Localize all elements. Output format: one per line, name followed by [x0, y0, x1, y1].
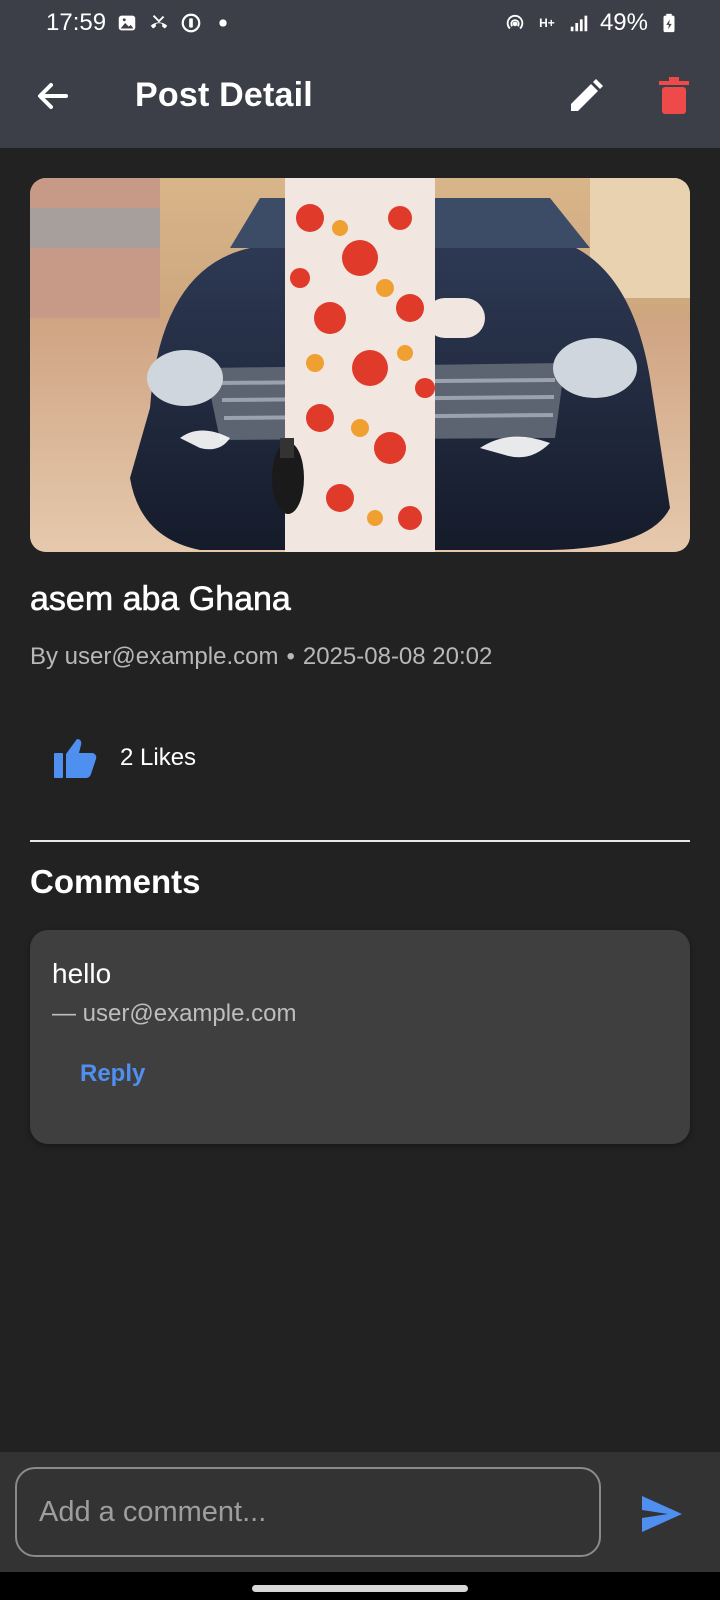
send-icon — [642, 1496, 682, 1532]
comment-author: — user@example.com — [52, 1000, 297, 1027]
gallery-icon — [116, 12, 138, 34]
comment-input[interactable] — [15, 1467, 601, 1557]
send-button[interactable] — [640, 1494, 684, 1534]
meta-separator: • — [286, 643, 295, 670]
pencil-icon — [571, 79, 603, 111]
edit-button[interactable] — [566, 76, 606, 116]
trash-icon — [659, 77, 689, 114]
comment-card: hello — user@example.com Reply — [30, 930, 690, 1144]
timer-icon — [180, 12, 202, 34]
app-bar: Post Detail — [0, 46, 720, 148]
back-button[interactable] — [32, 76, 72, 116]
status-time: 17:59 — [46, 9, 107, 36]
battery-icon — [658, 12, 680, 34]
likes-count: 2 Likes — [120, 744, 197, 771]
home-gesture-handle[interactable] — [252, 1585, 468, 1592]
post-image[interactable] — [30, 178, 690, 552]
post-meta: By user@example.com • 2025-08-08 20:02 — [30, 643, 492, 671]
missed-call-icon — [148, 12, 170, 34]
comment-composer — [0, 1452, 720, 1572]
comment-text: hello — [52, 958, 112, 989]
post-timestamp: 2025-08-08 20:02 — [302, 643, 493, 670]
arrow-back-icon — [38, 83, 68, 109]
like-row: 2 Likes — [52, 736, 196, 780]
reply-button[interactable]: Reply — [80, 1060, 145, 1088]
status-left: 17:59 — [46, 9, 234, 37]
network-type-icon: H+ — [539, 16, 555, 30]
post-author: By user@example.com — [30, 643, 279, 670]
dot-icon — [212, 12, 234, 34]
section-divider — [30, 840, 690, 842]
post-title: asem aba Ghana — [30, 580, 291, 619]
hotspot-icon — [504, 12, 526, 34]
battery-percent: 49% — [599, 9, 648, 36]
thumb-up-icon[interactable] — [52, 736, 98, 780]
comments-heading: Comments — [30, 863, 201, 900]
signal-icon — [568, 12, 590, 34]
page-title: Post Detail — [135, 76, 313, 114]
system-nav-bar — [0, 1572, 720, 1600]
delete-button[interactable] — [654, 76, 694, 116]
status-right: H+ 49% — [504, 9, 680, 37]
status-bar: 17:59 H+ 49% — [0, 0, 720, 46]
